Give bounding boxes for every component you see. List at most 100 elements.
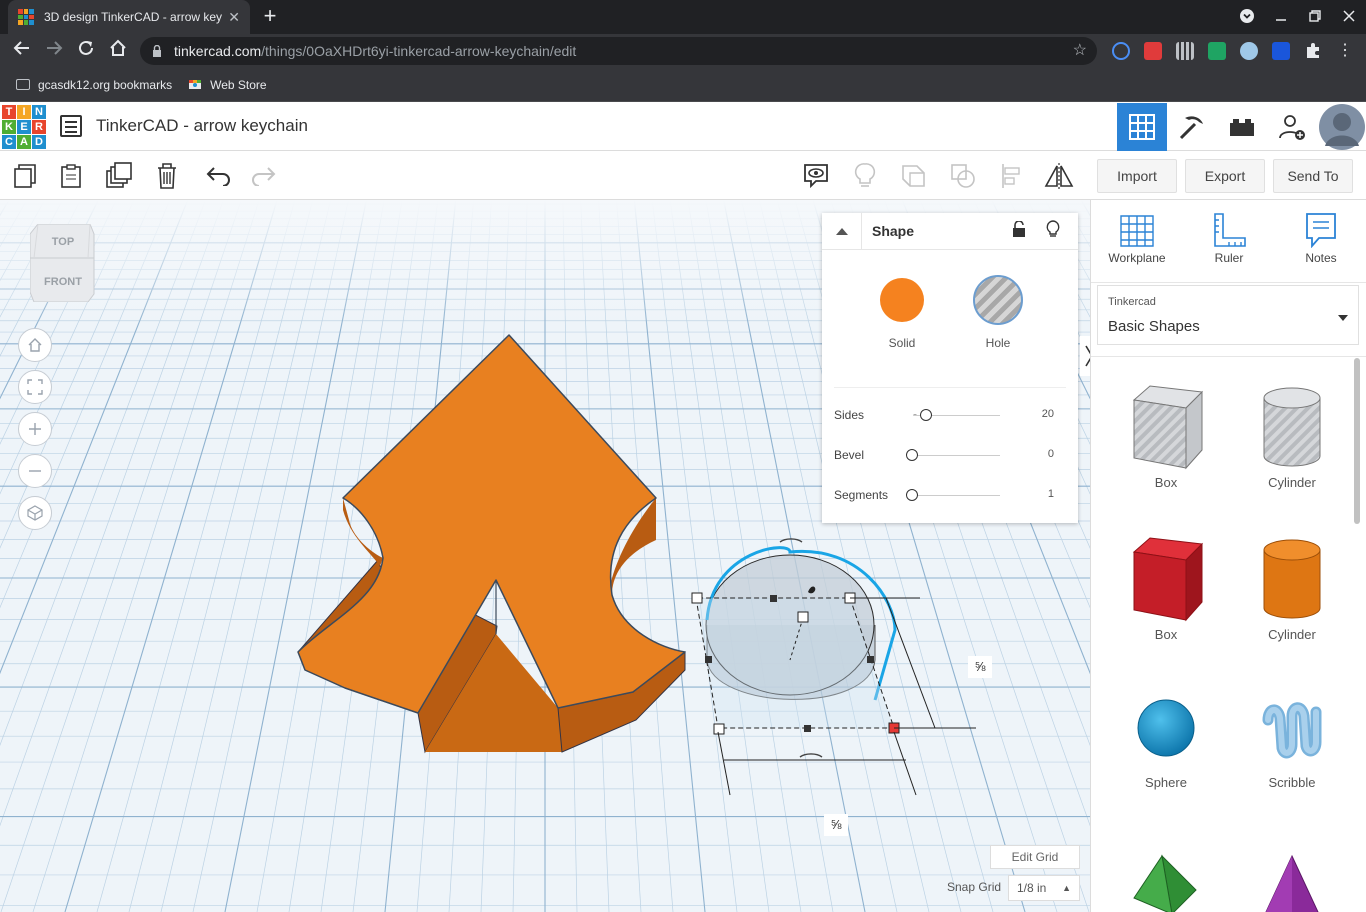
export-button[interactable]: Export [1185,159,1265,193]
ruler-label: Ruler [1214,251,1244,265]
extension-qr-icon[interactable] [1176,42,1194,60]
redo-icon[interactable] [248,160,280,192]
logo-letter: C [2,135,16,149]
shape-inspector: Shape Solid Hole Sides - 20 Bevel 0 Segm… [822,212,1078,523]
solid-color-swatch[interactable] [880,278,924,322]
shape-sphere[interactable]: Sphere [1111,690,1221,790]
copy-icon[interactable] [8,160,40,192]
sides-slider[interactable]: Sides - 20 [834,406,1066,426]
dimension-label[interactable]: ⅝ [824,814,848,836]
lock-toggle-icon[interactable] [1012,219,1026,242]
dimension-label[interactable]: ⅝ [968,656,992,678]
extensions-puzzle-icon[interactable] [1304,42,1322,60]
panel-divider [1091,282,1366,283]
align-icon[interactable] [996,160,1028,192]
app-header: T I N K E R C A D TinkerCAD - arrow keyc… [0,103,1366,151]
avatar[interactable] [1317,103,1366,151]
shape-scribble[interactable]: Scribble [1237,690,1347,790]
minecraft-button[interactable] [1167,103,1217,151]
segments-slider[interactable]: Segments 1 [834,486,1066,506]
slider-knob[interactable] [906,449,918,461]
edit-grid-button[interactable]: Edit Grid [990,845,1080,869]
notes-toggle-icon[interactable] [800,160,832,192]
bricks-button[interactable] [1217,103,1267,151]
shapes-panel: Workplane Ruler Notes Tinkercad Basic Sh… [1090,200,1366,912]
restore-icon[interactable] [1298,9,1332,25]
ruler-icon [1214,213,1246,247]
ungroup-icon[interactable] [947,160,979,192]
snap-grid-select[interactable]: 1/8 in ▲ [1008,875,1080,901]
bookmark-star-icon[interactable]: ☆ [1073,37,1087,65]
home-view-icon[interactable] [18,328,52,362]
extension-sheets-icon[interactable] [1208,42,1226,60]
reload-icon[interactable] [74,39,98,63]
undo-icon[interactable] [202,160,234,192]
visibility-bulb-icon[interactable] [1046,219,1060,243]
extension-cloud-icon[interactable] [1240,42,1258,60]
close-window-icon[interactable] [1332,9,1366,25]
back-icon[interactable] [10,39,34,63]
bevel-slider[interactable]: Bevel 0 [834,446,1066,466]
perspective-icon[interactable] [18,496,52,530]
bookmarks-bar: gcasdk12.org bookmarks Web Store [0,68,1366,102]
shape-cone[interactable] [1237,850,1347,912]
import-button[interactable]: Import [1097,159,1177,193]
add-user-icon [1279,115,1305,140]
zoom-out-icon[interactable] [18,454,52,488]
shape-label: Box [1154,627,1178,642]
design-title[interactable]: TinkerCAD - arrow keychain [96,116,308,136]
lock-icon [152,37,162,67]
share-user-button[interactable] [1267,103,1317,151]
hole-option[interactable]: Hole [958,275,1038,350]
grid-view-icon [1129,114,1155,140]
notes-tool[interactable]: Notes [1281,212,1361,265]
panel-divider [1091,356,1366,357]
workplane-viewport[interactable]: TOP FRONT Shape Solid Hole Sides - 20 Be… [0,200,1090,912]
solid-option[interactable]: Solid [862,278,942,350]
bookmark-web-store[interactable]: Web Store [188,76,267,93]
design-list-icon[interactable] [60,115,82,137]
extension-shield-icon[interactable] [1272,42,1290,60]
collapse-panel-icon[interactable] [822,212,862,250]
duplicate-icon[interactable] [103,160,135,192]
ruler-tool[interactable]: Ruler [1189,212,1269,265]
3d-view-button[interactable] [1117,103,1167,151]
shape-pyramid[interactable] [1111,850,1221,912]
shape-box-hole[interactable]: Box [1111,382,1221,490]
shape-cylinder-hole[interactable]: Cylinder [1237,382,1347,490]
paste-icon[interactable] [55,160,87,192]
tab-close-icon[interactable]: ✕ [228,9,240,26]
new-tab-button[interactable]: + [258,4,282,28]
hole-swatch[interactable] [973,275,1023,325]
extension-record-icon[interactable] [1112,42,1130,60]
edit-toolbar: Import Export Send To [0,152,1366,200]
light-bulb-icon[interactable] [849,160,881,192]
delete-icon[interactable] [151,160,183,192]
bookmark-folder[interactable]: gcasdk12.org bookmarks [16,78,172,92]
slider-knob[interactable] [906,489,918,501]
bevel-value[interactable]: 0 [1048,448,1054,460]
shape-library-dropdown[interactable]: Tinkercad Basic Shapes [1097,285,1359,345]
extension-screencast-icon[interactable] [1144,42,1162,60]
group-icon[interactable] [898,160,930,192]
shapes-scrollbar[interactable] [1354,358,1360,524]
address-bar[interactable]: tinkercad.com/things/0OaXHDrt6yi-tinkerc… [140,37,1097,65]
forward-icon[interactable] [42,39,66,63]
shape-cylinder[interactable]: Cylinder [1237,534,1347,642]
tab-search-icon[interactable] [1230,8,1264,27]
view-cube[interactable]: TOP FRONT [29,223,96,303]
zoom-in-icon[interactable] [18,412,52,446]
sides-value[interactable]: 20 [1042,408,1054,420]
home-icon[interactable] [106,39,130,63]
mirror-icon[interactable] [1043,160,1075,192]
tinkercad-logo[interactable]: T I N K E R C A D [2,105,46,149]
fit-view-icon[interactable] [18,370,52,404]
send-to-button[interactable]: Send To [1273,159,1353,193]
shape-box[interactable]: Box [1111,534,1221,642]
workplane-tool[interactable]: Workplane [1097,212,1177,265]
segments-value[interactable]: 1 [1048,488,1054,500]
minimize-icon[interactable] [1264,9,1298,25]
browser-tab[interactable]: 3D design TinkerCAD - arrow key ✕ [8,0,250,34]
browser-menu-icon[interactable]: ⋮ [1336,42,1354,60]
slider-knob[interactable] [920,409,932,421]
